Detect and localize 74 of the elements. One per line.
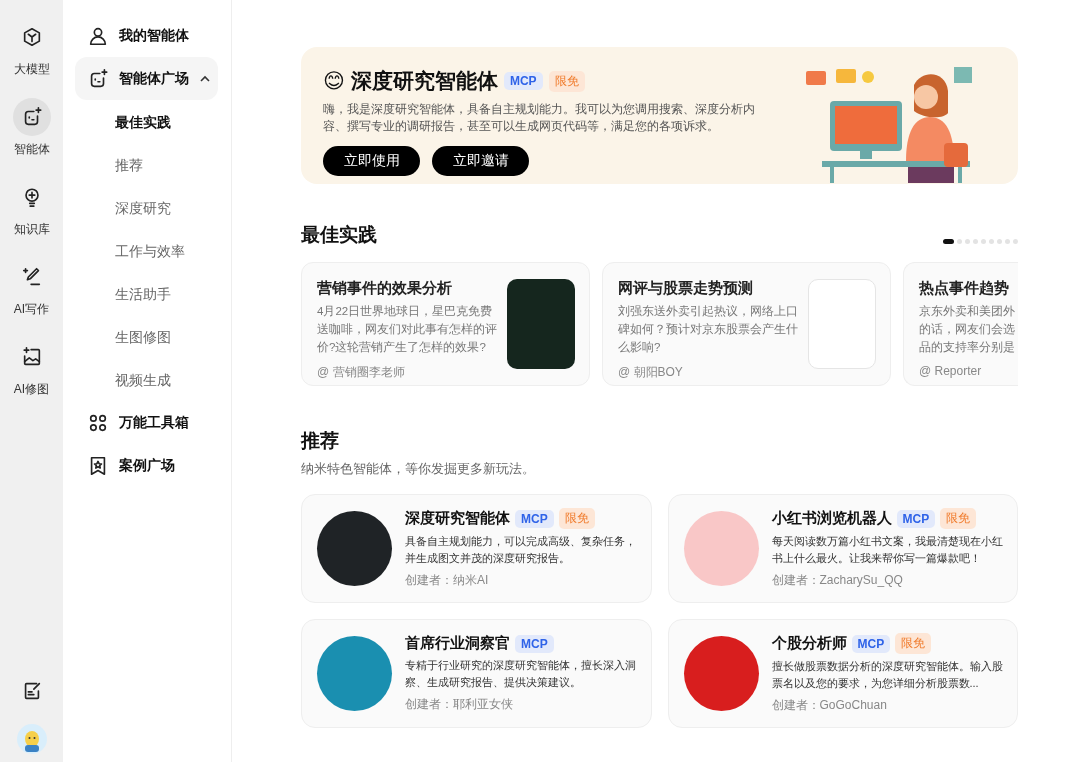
agent-name: 深度研究智能体 xyxy=(405,509,510,528)
nav-subitem[interactable]: 最佳实践 xyxy=(75,100,218,143)
image-sparkle-icon xyxy=(20,346,43,368)
action-button[interactable]: 立即使用 xyxy=(323,146,420,176)
nav-group-item[interactable]: 智能体广场 xyxy=(75,57,218,100)
card-author: @ 营销圈李老师 xyxy=(317,364,406,381)
banner-description: 嗨，我是深度研究智能体，具备自主规划能力。我可以为您调用搜索、深度分析内容、撰写专业的调研报告，甚至可以生成网页代码等，满足您的各项诉求。 xyxy=(323,102,756,134)
free-badge: 限免 xyxy=(895,633,932,654)
card-description: 京东外卖和美团外 xyxy=(919,303,1016,320)
agent-creator: 创建者：纳米AI xyxy=(405,572,490,589)
nav-group-item[interactable]: 案例广场 xyxy=(75,444,218,487)
pager-dot[interactable] xyxy=(973,239,978,244)
nav-subitem[interactable]: 生活助手 xyxy=(75,272,218,315)
smile-emoji: 😊 xyxy=(323,69,345,93)
agent-creator: 创建者：耶利亚女侠 xyxy=(405,696,514,713)
section-title: 推荐 xyxy=(301,429,340,453)
card-description: 刘强东送外卖引起热议，网络上口碑如何？预计对京东股票会产生什么影响? xyxy=(618,304,798,355)
agent-name: 小红书浏览机器人 xyxy=(771,509,892,528)
card-title: 热点事件趋势 xyxy=(919,279,1010,298)
practice-card[interactable]: 网评与股票走势预测 刘强东送外卖引起热议，网络上口碑如何？预计对京东股票会产生什么影响? @ 朝阳BOY xyxy=(602,262,891,386)
agent-description: 专精于行业研究的深度研究智能体，擅长深入洞察、生成研究报告、提供决策建议。 xyxy=(405,658,637,690)
rail-item[interactable]: 知识库 xyxy=(12,178,51,238)
agent-card[interactable]: 深度研究智能体 MCP 限免 具备自主规划能力，可以完成高级、复杂任务，并生成图文并茂的深度研究报告。 创建者：纳米AI xyxy=(301,494,652,603)
practice-card[interactable]: 热点事件趋势 京东外卖和美团外 的话，网友们会选 品的支持率分别是 @ Reporter xyxy=(903,262,1018,386)
card-title: 营销事件的效果分析 xyxy=(317,279,453,298)
mcp-badge: MCP xyxy=(503,72,543,90)
rail-item[interactable]: 大模型 xyxy=(12,18,51,78)
pager-dot[interactable] xyxy=(1013,239,1018,244)
agent-card[interactable]: 小红书浏览机器人 MCP 限免 每天阅读数万篇小红书文案，我最清楚现在小红书上什么最火。让我来帮你写一篇爆款吧！ 创建者：ZacharySu_QQ xyxy=(667,494,1018,603)
nav-group-item[interactable]: 我的智能体 xyxy=(75,14,218,57)
card-author: @ 朝阳BOY xyxy=(618,364,684,381)
nav-group-item[interactable]: 万能工具箱 xyxy=(75,401,218,444)
pager-dot[interactable] xyxy=(981,239,986,244)
nav-subitem[interactable]: 生图修图 xyxy=(75,315,218,358)
banner-title: 深度研究智能体 xyxy=(350,68,498,94)
agent-creator: 创建者：ZacharySu_QQ xyxy=(771,572,904,589)
nav-subitem[interactable]: 视频生成 xyxy=(75,358,218,401)
avatar-icon[interactable] xyxy=(16,724,47,754)
nav-subitem[interactable]: 推荐 xyxy=(75,143,218,186)
pager-dot[interactable] xyxy=(997,239,1002,244)
agent-card[interactable]: 首席行业洞察官 MCP 专精于行业研究的深度研究智能体，擅长深入洞察、生成研究报告、提供决策建议。 创建者：耶利亚女侠 xyxy=(301,619,652,728)
rail-item[interactable]: AI修图 xyxy=(12,338,51,398)
card-title: 网评与股票走势预测 xyxy=(618,279,754,298)
agent-name: 首席行业洞察官 xyxy=(405,634,510,653)
mcp-badge: MCP xyxy=(515,509,554,528)
agent-description: 每天阅读数万篇小红书文案，我最清楚现在小红书上什么最火。让我来帮你写一篇爆款吧！ xyxy=(771,534,1003,566)
free-badge: 限免 xyxy=(940,508,977,529)
rail-item[interactable]: AI写作 xyxy=(12,258,51,318)
free-badge: 限免 xyxy=(558,508,595,529)
practice-card[interactable]: 营销事件的效果分析 4月22日世界地球日，星巴克免费送咖啡，网友们对此事有怎样的评价?这轮营销产生了怎样的效果? @ 营销圈李老师 xyxy=(301,262,590,386)
pager-dot[interactable] xyxy=(989,239,994,244)
agent-name: 个股分析师 xyxy=(771,634,847,653)
pager-dot[interactable] xyxy=(1005,239,1010,244)
mcp-badge: MCP xyxy=(851,634,891,653)
agent-description: 具备自主规划能力，可以完成高级、复杂任务，并生成图文并茂的深度研究报告。 xyxy=(405,534,637,566)
pen-sparkle-icon xyxy=(20,266,43,288)
mcp-badge: MCP xyxy=(896,509,936,528)
agent-description: 擅长做股票数据分析的深度研究智能体。输入股票名以及您的要求，为您详细分析股票数... xyxy=(771,659,1003,691)
card-description: 的话，网友们会选 xyxy=(919,321,1016,338)
card-author: @ Reporter xyxy=(919,364,983,378)
mcp-badge: MCP xyxy=(515,634,554,653)
caret-icon xyxy=(199,74,211,83)
free-badge: 限免 xyxy=(548,70,585,92)
pager-dot[interactable] xyxy=(965,239,970,244)
section-title: 最佳实践 xyxy=(301,223,377,247)
nav-subitem[interactable]: 工作与效率 xyxy=(75,229,218,272)
agent-creator: 创建者：GoGoChuan xyxy=(771,697,888,714)
card-description: 4月22日世界地球日，星巴克免费送咖啡，网友们对此事有怎样的评价?这轮营销产生了怎样的效果? xyxy=(317,304,497,355)
card-description: 品的支持率分别是 xyxy=(919,339,1016,356)
pager-dot[interactable] xyxy=(957,239,962,244)
action-button[interactable]: 立即邀请 xyxy=(432,146,529,176)
section-subtitle: 纳米特色智能体，等你发掘更多新玩法。 xyxy=(301,460,536,478)
agent-card[interactable]: 个股分析师 MCP 限免 擅长做股票数据分析的深度研究智能体。输入股票名以及您的要求，为您详细分析股票数... 创建者：GoGoChuan xyxy=(667,619,1018,728)
nav-subitem[interactable]: 深度研究 xyxy=(75,186,218,229)
